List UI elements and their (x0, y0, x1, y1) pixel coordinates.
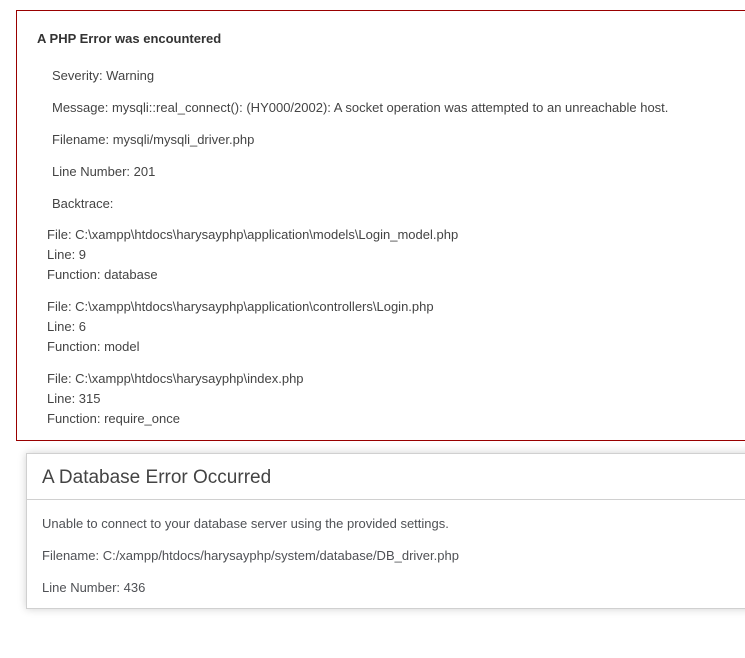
php-error-panel: A PHP Error was encountered Severity: Wa… (16, 10, 745, 441)
database-error-panel: A Database Error Occurred Unable to conn… (26, 453, 745, 609)
backtrace-line: Line: 9 (47, 247, 87, 262)
backtrace-line: Line: 6 (47, 319, 87, 334)
backtrace-function: Function: require_once (47, 411, 180, 426)
php-error-backtrace-label: Backtrace: (52, 196, 114, 211)
database-error-title: A Database Error Occurred (42, 467, 272, 488)
backtrace-function: Function: model (47, 339, 140, 354)
backtrace-entry: File: C:\xampp\htdocs\harysayphp\index.p… (47, 369, 304, 429)
database-error-message: Unable to connect to your database serve… (42, 516, 449, 531)
backtrace-entry: File: C:\xampp\htdocs\harysayphp\applica… (47, 297, 434, 357)
backtrace-file: File: C:\xampp\htdocs\harysayphp\applica… (47, 227, 459, 242)
backtrace-line: Line: 315 (47, 391, 101, 406)
backtrace-function: Function: database (47, 267, 158, 282)
database-error-filename: Filename: C:/xampp/htdocs/harysayphp/sys… (42, 548, 459, 563)
backtrace-file: File: C:\xampp\htdocs\harysayphp\applica… (47, 299, 434, 314)
backtrace-file: File: C:\xampp\htdocs\harysayphp\index.p… (47, 371, 304, 386)
php-error-message: Message: mysqli::real_connect(): (HY000/… (52, 100, 669, 115)
database-error-line-number: Line Number: 436 (42, 580, 146, 595)
php-error-filename: Filename: mysqli/mysqli_driver.php (52, 132, 255, 147)
php-error-line-number: Line Number: 201 (52, 164, 156, 179)
php-error-severity: Severity: Warning (52, 68, 155, 83)
database-error-header: A Database Error Occurred (27, 454, 745, 500)
php-error-title: A PHP Error was encountered (37, 31, 222, 46)
backtrace-entry: File: C:\xampp\htdocs\harysayphp\applica… (47, 225, 458, 285)
